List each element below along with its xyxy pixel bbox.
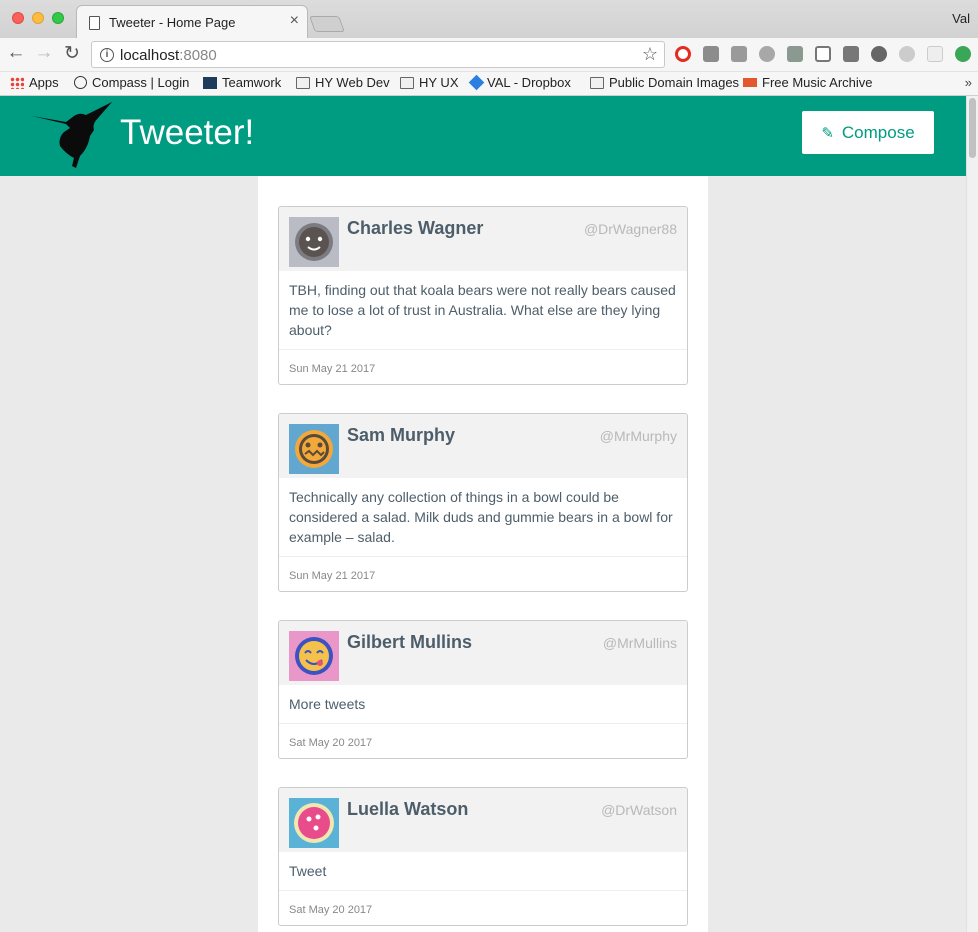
author-handle: @MrMullins [602, 635, 677, 651]
avatar [289, 424, 339, 474]
tweet-date: Sun May 21 2017 [289, 570, 376, 582]
bookmark-public-domain-images[interactable]: Public Domain Images [590, 75, 739, 90]
close-window-button[interactable] [12, 12, 24, 24]
profile-name[interactable]: Val [952, 11, 970, 26]
pocket-extension-icon[interactable] [703, 46, 719, 62]
opera-extension-icon[interactable] [675, 46, 691, 62]
tweet-header: Luella Watson @DrWatson [279, 788, 687, 852]
film-extension-icon[interactable] [871, 46, 887, 62]
author-handle: @DrWatson [601, 802, 677, 818]
author-handle: @DrWagner88 [583, 221, 677, 237]
skype-extension-icon[interactable] [899, 46, 915, 62]
update-icon[interactable] [955, 46, 971, 62]
bookmarks-bar: Apps Compass | Login Teamwork HY Web Dev… [0, 72, 978, 96]
dropbox-icon [468, 74, 485, 91]
page-icon [89, 16, 100, 30]
bookmark-dropbox[interactable]: VAL - Dropbox [468, 74, 571, 91]
tweet-text: Tweet [279, 852, 687, 891]
close-tab-icon[interactable]: × [290, 12, 299, 30]
maximize-window-button[interactable] [52, 12, 64, 24]
folder-icon [590, 76, 604, 89]
new-tab-button[interactable] [309, 16, 345, 32]
avatar [289, 798, 339, 848]
fma-icon [743, 78, 757, 87]
eyedropper-extension-icon[interactable] [787, 46, 803, 62]
folder-icon [400, 76, 414, 89]
cast-icon[interactable] [815, 46, 831, 62]
tweet-header: Charles Wagner @DrWagner88 [279, 207, 687, 271]
tweet-card: Luella Watson @DrWatson Tweet Sat May 20… [278, 787, 688, 926]
tweet-card: Charles Wagner @DrWagner88 TBH, finding … [278, 206, 688, 385]
extension-icon[interactable] [843, 46, 859, 62]
tweet-card: Sam Murphy @MrMurphy Technically any col… [278, 413, 688, 592]
compose-label: Compose [841, 122, 915, 142]
bookmark-free-music-archive[interactable]: Free Music Archive [743, 75, 873, 90]
app-header: Tweeter! ✎ Compose [0, 96, 966, 176]
page-scrollbar[interactable] [966, 96, 978, 932]
compose-button[interactable]: ✎ Compose [802, 111, 934, 154]
reload-icon[interactable]: ↻ [60, 42, 84, 65]
tweet-text: More tweets [279, 685, 687, 724]
bookmark-hy-web-dev[interactable]: HY Web Dev [296, 75, 390, 90]
bookmark-compass[interactable]: Compass | Login [74, 75, 189, 90]
bookmark-star-icon[interactable]: ☆ [642, 44, 658, 65]
browser-toolbar: ← → ↻ i localhost:8080 ☆ [0, 38, 978, 72]
more-bookmarks-icon[interactable]: » [965, 75, 972, 90]
bookmark-teamwork[interactable]: Teamwork [203, 75, 281, 90]
apps-grid-icon [10, 76, 24, 89]
author-name: Charles Wagner [347, 218, 484, 238]
info-icon[interactable]: i [100, 48, 114, 62]
bug-extension-icon[interactable] [759, 46, 775, 62]
minimize-window-button[interactable] [32, 12, 44, 24]
tweet-feed: Charles Wagner @DrWagner88 TBH, finding … [258, 176, 708, 932]
tweet-card: Gilbert Mullins @MrMullins More tweets S… [278, 620, 688, 759]
back-icon[interactable]: ← [4, 42, 28, 64]
tweet-date: Sat May 20 2017 [289, 737, 373, 749]
browser-tab-bar: Tweeter - Home Page × Val [0, 0, 978, 38]
scrollbar-thumb[interactable] [969, 98, 976, 158]
address-bar[interactable]: i localhost:8080 ☆ [91, 41, 665, 68]
author-handle: @MrMurphy [599, 428, 677, 444]
tweet-date: Sun May 21 2017 [289, 363, 376, 375]
text-extension-icon[interactable] [731, 46, 747, 62]
edit-pencil-icon: ✎ [821, 124, 834, 142]
blank-extension-icon[interactable] [927, 46, 943, 62]
teamwork-icon [203, 76, 217, 89]
tab-title: Tweeter - Home Page [109, 15, 236, 30]
app-title: Tweeter! [120, 113, 255, 152]
tweet-date: Sat May 20 2017 [289, 904, 373, 916]
bookmark-apps[interactable]: Apps [10, 75, 59, 90]
compass-icon [74, 76, 87, 89]
author-name: Luella Watson [347, 799, 469, 819]
browser-tab[interactable]: Tweeter - Home Page × [76, 5, 308, 38]
author-name: Gilbert Mullins [347, 632, 473, 652]
url-text[interactable]: localhost:8080 [120, 47, 217, 64]
tweet-header: Gilbert Mullins @MrMullins [279, 621, 687, 685]
avatar [289, 217, 339, 267]
tweet-header: Sam Murphy @MrMurphy [279, 414, 687, 478]
hummingbird-logo-icon [32, 102, 112, 168]
avatar [289, 631, 339, 681]
folder-icon [296, 76, 310, 89]
author-name: Sam Murphy [347, 425, 456, 445]
bookmark-hy-ux[interactable]: HY UX [400, 75, 459, 90]
tweet-text: Technically any collection of things in … [279, 478, 687, 557]
tweet-text: TBH, finding out that koala bears were n… [279, 271, 687, 350]
forward-icon[interactable]: → [32, 42, 56, 64]
